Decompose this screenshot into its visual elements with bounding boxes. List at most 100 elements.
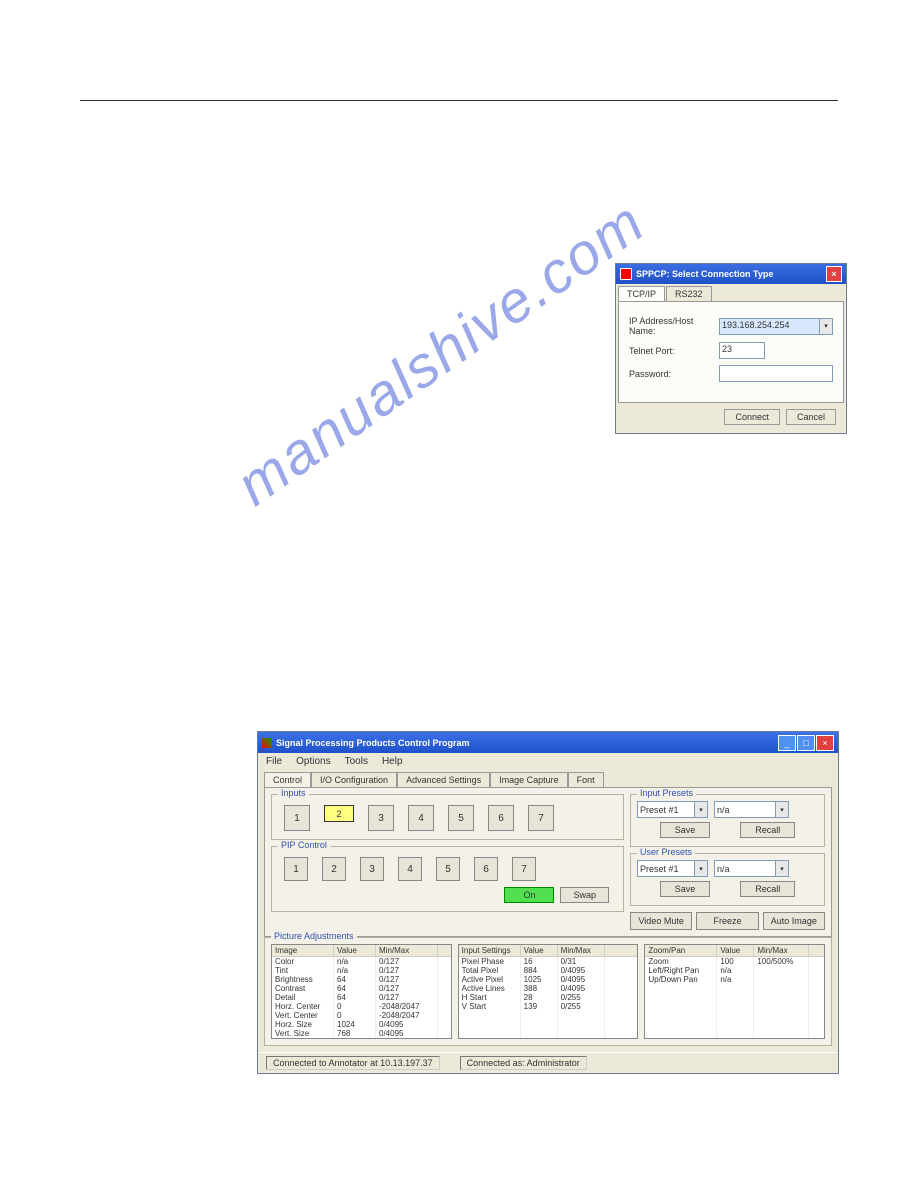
pip-button-1[interactable]: 1: [284, 857, 308, 881]
cell: 0: [334, 1011, 376, 1020]
status-connection: Connected to Annotator at 10.13.197.37: [266, 1056, 440, 1070]
cell: [754, 966, 809, 975]
cell: 0/31: [558, 957, 605, 966]
input-button-1[interactable]: 1: [284, 805, 310, 831]
port-label: Telnet Port:: [629, 346, 719, 356]
table-row[interactable]: Brightness640/127: [272, 975, 451, 984]
table-row[interactable]: Horz. Center0-2048/2047: [272, 1002, 451, 1011]
table-row[interactable]: Contrast640/127: [272, 984, 451, 993]
chevron-down-icon[interactable]: ▾: [820, 318, 833, 335]
preset-name[interactable]: n/a: [714, 801, 776, 818]
dialog-titlebar[interactable]: SPPCP: Select Connection Type ×: [616, 264, 846, 284]
table-row[interactable]: Up/Down Pann/a: [645, 975, 824, 984]
table-row[interactable]: Vert. Center0-2048/2047: [272, 1011, 451, 1020]
ip-label: IP Address/Host Name:: [629, 316, 719, 336]
tab-rs232[interactable]: RS232: [666, 286, 712, 301]
input-button-2[interactable]: 2: [324, 805, 354, 822]
cell: 100/500%: [754, 957, 809, 966]
cell: Horz. Size: [272, 1020, 334, 1029]
tab-advanced[interactable]: Advanced Settings: [397, 772, 490, 787]
save-button[interactable]: Save: [660, 822, 711, 838]
save-button[interactable]: Save: [660, 881, 711, 897]
pip-button-3[interactable]: 3: [360, 857, 384, 881]
column-header: Min/Max: [376, 945, 438, 956]
cell: Color: [272, 957, 334, 966]
cell: H Start: [459, 993, 521, 1002]
cancel-button[interactable]: Cancel: [786, 409, 836, 425]
pip-button-2[interactable]: 2: [322, 857, 346, 881]
ip-input[interactable]: 193.168.254.254: [719, 318, 820, 335]
table-row[interactable]: Pixel Phase160/31: [459, 957, 638, 966]
input-button-4[interactable]: 4: [408, 805, 434, 831]
page-divider: [80, 100, 838, 101]
table-row[interactable]: Tintn/a0/127: [272, 966, 451, 975]
chevron-down-icon[interactable]: ▾: [776, 801, 789, 818]
menu-tools[interactable]: Tools: [345, 756, 368, 767]
user-preset-name[interactable]: n/a: [714, 860, 776, 877]
column-header: Min/Max: [558, 945, 605, 956]
swap-button[interactable]: Swap: [560, 887, 609, 903]
table-row[interactable]: Horz. Size10240/4095: [272, 1020, 451, 1029]
table-row[interactable]: Zoom100100/500%: [645, 957, 824, 966]
status-user: Connected as: Administrator: [460, 1056, 587, 1070]
menu-file[interactable]: File: [266, 756, 282, 767]
table-row[interactable]: Colorn/a0/127: [272, 957, 451, 966]
cell: n/a: [717, 966, 754, 975]
video-mute-button[interactable]: Video Mute: [630, 912, 692, 930]
on-button[interactable]: On: [504, 887, 554, 903]
pip-button-7[interactable]: 7: [512, 857, 536, 881]
column-header: Image: [272, 945, 334, 956]
freeze-button[interactable]: Freeze: [696, 912, 758, 930]
recall-button[interactable]: Recall: [740, 881, 795, 897]
input-button-6[interactable]: 6: [488, 805, 514, 831]
cell: 0/4095: [558, 984, 605, 993]
chevron-down-icon[interactable]: ▾: [695, 860, 708, 877]
table-row[interactable]: Vert. Size7680/4095: [272, 1029, 451, 1038]
user-preset-select[interactable]: Preset #1: [637, 860, 695, 877]
pip-button-4[interactable]: 4: [398, 857, 422, 881]
dialog-tabpane: IP Address/Host Name: 193.168.254.254 ▾ …: [618, 302, 844, 403]
table-row[interactable]: Detail640/127: [272, 993, 451, 1002]
menu-help[interactable]: Help: [382, 756, 403, 767]
maximize-icon[interactable]: □: [797, 735, 815, 751]
table-row[interactable]: Active Pixel10250/4095: [459, 975, 638, 984]
app-icon: [262, 738, 272, 748]
menu-options[interactable]: Options: [296, 756, 330, 767]
tab-capture[interactable]: Image Capture: [490, 772, 568, 787]
chevron-down-icon[interactable]: ▾: [776, 860, 789, 877]
input-button-7[interactable]: 7: [528, 805, 554, 831]
tab-control[interactable]: Control: [264, 772, 311, 787]
cell: -2048/2047: [376, 1011, 438, 1020]
close-icon[interactable]: ×: [826, 266, 842, 282]
auto-image-button[interactable]: Auto Image: [763, 912, 825, 930]
password-label: Password:: [629, 369, 719, 379]
preset-select[interactable]: Preset #1: [637, 801, 695, 818]
password-input[interactable]: [719, 365, 833, 382]
pip-button-6[interactable]: 6: [474, 857, 498, 881]
close-icon[interactable]: ×: [816, 735, 834, 751]
port-input[interactable]: 23: [719, 342, 765, 359]
cell: 139: [521, 1002, 558, 1011]
pip-button-5[interactable]: 5: [436, 857, 460, 881]
cell: 0/127: [376, 966, 438, 975]
recall-button[interactable]: Recall: [740, 822, 795, 838]
table-row[interactable]: H Start280/255: [459, 993, 638, 1002]
table-row[interactable]: Total Pixel8840/4095: [459, 966, 638, 975]
table-row[interactable]: V Start1390/255: [459, 1002, 638, 1011]
user-presets-label: User Presets: [637, 847, 695, 857]
minimize-icon[interactable]: _: [778, 735, 796, 751]
cell: 64: [334, 984, 376, 993]
picture-adjustments-label: Picture Adjustments: [271, 931, 357, 941]
input-button-3[interactable]: 3: [368, 805, 394, 831]
input-button-5[interactable]: 5: [448, 805, 474, 831]
chevron-down-icon[interactable]: ▾: [695, 801, 708, 818]
tab-io[interactable]: I/O Configuration: [311, 772, 397, 787]
tab-tcpip[interactable]: TCP/IP: [618, 286, 665, 301]
tab-font[interactable]: Font: [568, 772, 604, 787]
table-row[interactable]: Active Lines3880/4095: [459, 984, 638, 993]
connect-button[interactable]: Connect: [724, 409, 780, 425]
cell: Zoom: [645, 957, 717, 966]
table-row[interactable]: Left/Right Pann/a: [645, 966, 824, 975]
window-titlebar[interactable]: Signal Processing Products Control Progr…: [258, 732, 838, 753]
dialog-tabs: TCP/IP RS232: [618, 286, 844, 302]
